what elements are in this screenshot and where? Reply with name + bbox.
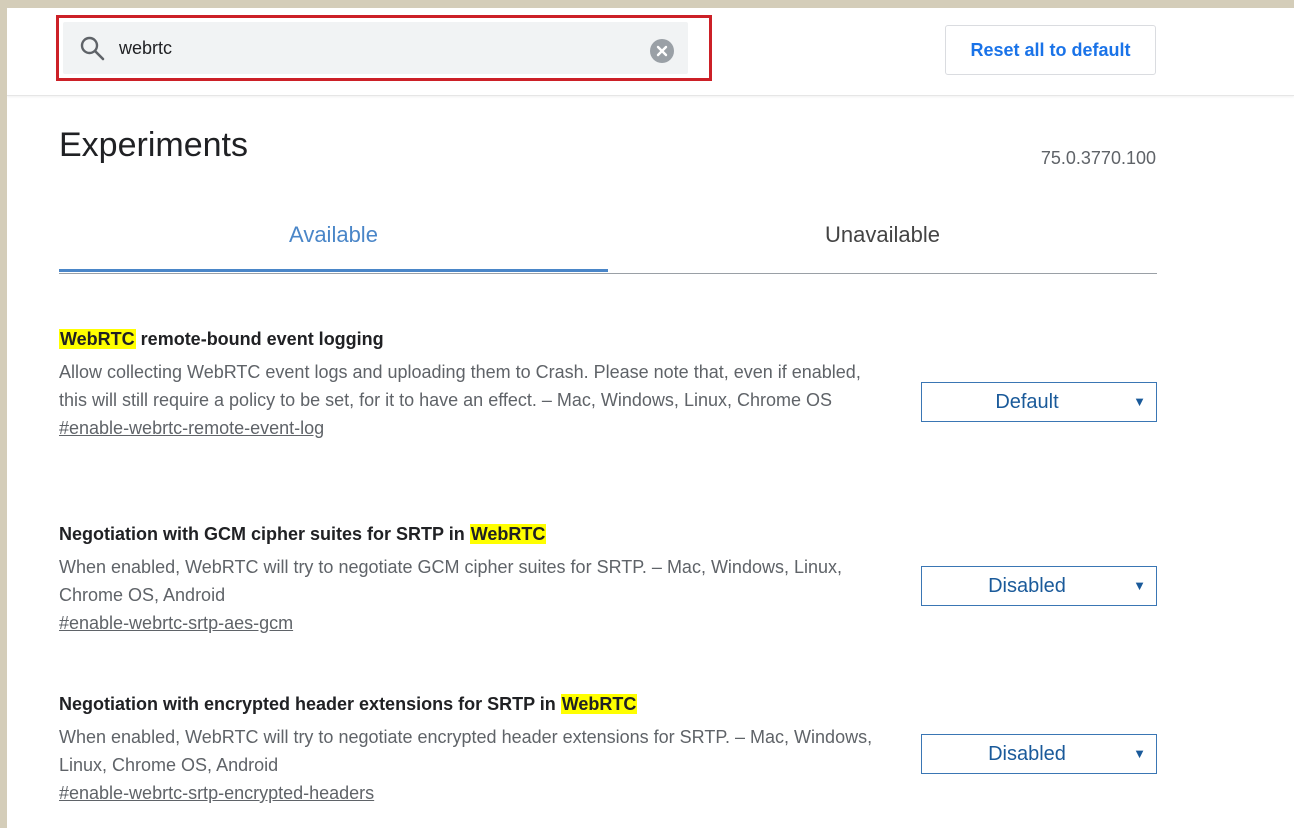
experiment-item: WebRTC remote-bound event logging Allow … [59, 329, 1157, 439]
tab-bar: Available Unavailable [59, 206, 1157, 274]
select-value: Disabled [988, 743, 1066, 765]
reset-all-button[interactable]: Reset all to default [945, 25, 1156, 75]
experiment-description: When enabled, WebRTC will try to negotia… [59, 727, 873, 775]
search-input[interactable] [119, 34, 619, 62]
experiment-title: Negotiation with GCM cipher suites for S… [59, 524, 1157, 545]
dropdown-caret-icon: ▼ [1133, 394, 1146, 409]
experiment-link[interactable]: #enable-webrtc-srtp-aes-gcm [59, 613, 293, 634]
experiment-title-prefix: Negotiation with GCM cipher suites for S… [59, 524, 470, 544]
search-match-highlight: WebRTC [469, 524, 547, 544]
experiment-title: Negotiation with encrypted header extens… [59, 694, 1157, 715]
experiment-select[interactable]: Disabled ▼ [921, 734, 1157, 774]
experiment-item: Negotiation with GCM cipher suites for S… [59, 524, 1157, 634]
select-value: Default [995, 391, 1059, 413]
search-match-highlight: WebRTC [560, 694, 638, 714]
version-label: 75.0.3770.100 [1040, 148, 1156, 168]
search-match-highlight: WebRTC [59, 329, 136, 349]
experiment-select[interactable]: Default ▼ [921, 382, 1157, 422]
tab-unavailable[interactable]: Unavailable [608, 206, 1157, 272]
experiment-description: Allow collecting WebRTC event logs and u… [59, 362, 861, 410]
tab-divider [59, 273, 1157, 274]
experiment-title: WebRTC remote-bound event logging [59, 329, 1157, 350]
experiment-title-prefix: Negotiation with encrypted header extens… [59, 694, 561, 714]
dropdown-caret-icon: ▼ [1133, 746, 1146, 761]
flags-page: Reset all to default Experiments 75.0.37… [7, 8, 1294, 828]
experiment-link[interactable]: #enable-webrtc-srtp-encrypted-headers [59, 783, 374, 804]
search-icon [80, 36, 105, 61]
search-box[interactable] [63, 22, 688, 74]
clear-icon[interactable] [650, 39, 674, 63]
experiment-item: Negotiation with encrypted header extens… [59, 694, 1157, 804]
experiment-link[interactable]: #enable-webrtc-remote-event-log [59, 418, 324, 439]
tab-available[interactable]: Available [59, 206, 608, 272]
page-title: Experiments [59, 126, 248, 164]
experiment-title-suffix: remote-bound event logging [135, 329, 384, 349]
header-bar: Reset all to default [7, 8, 1294, 96]
select-value: Disabled [988, 575, 1066, 597]
experiment-select[interactable]: Disabled ▼ [921, 566, 1157, 606]
dropdown-caret-icon: ▼ [1133, 578, 1146, 593]
experiment-description: When enabled, WebRTC will try to negotia… [59, 557, 842, 605]
